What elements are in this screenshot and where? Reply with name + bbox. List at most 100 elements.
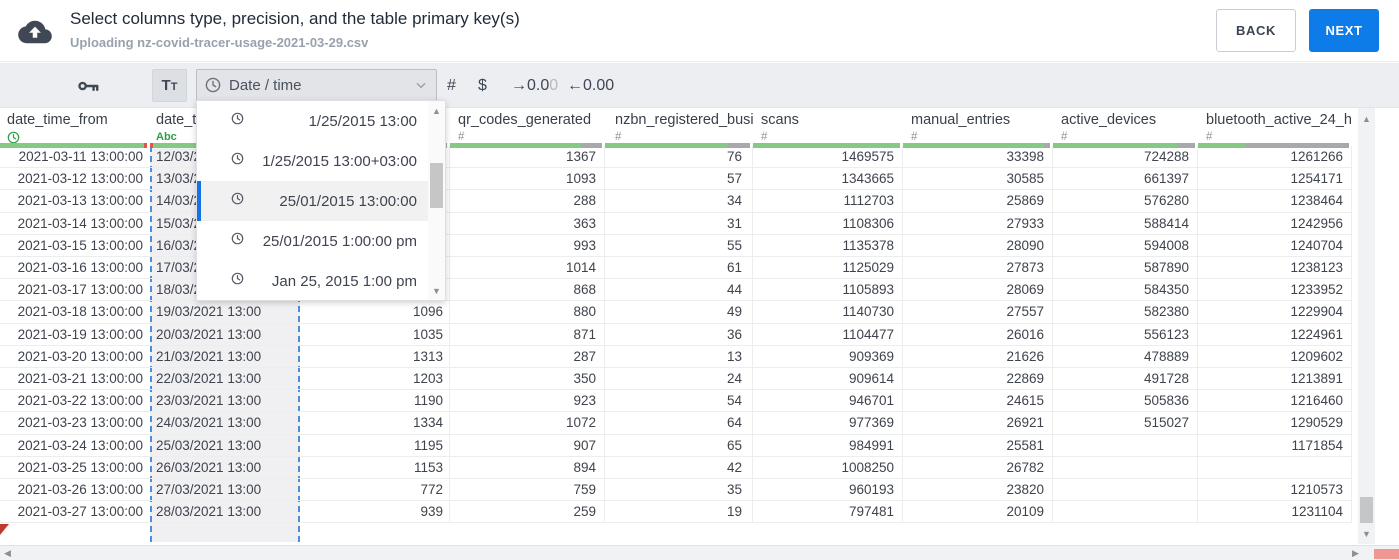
table-cell: 22/03/2021 13:00	[156, 371, 262, 386]
table-cell: 21/03/2021 13:00	[156, 348, 262, 364]
table-cell: 28090	[903, 234, 1053, 257]
scroll-right-icon[interactable]: ▶	[1352, 548, 1359, 559]
column-header-active_devices[interactable]: active_devices	[1061, 112, 1156, 128]
vertical-scroll-thumb[interactable]	[1360, 497, 1373, 523]
table-cell: 33398	[903, 146, 1053, 169]
table-cell: 797481	[753, 501, 903, 524]
dropdown-scroll-up-icon[interactable]: ▲	[432, 106, 441, 116]
table-cell: 1125029	[753, 257, 903, 280]
table-cell: 946701	[753, 390, 903, 413]
table-cell: 24	[605, 368, 753, 391]
table-cell: 2021-03-26 13:00:00	[17, 482, 143, 497]
table-cell: 661397	[1053, 168, 1198, 191]
right-arrow-icon: →	[511, 76, 527, 94]
table-cell: 27557	[903, 301, 1053, 324]
number-type-indicator: #	[1206, 131, 1213, 143]
table-row: 2021-03-25 13:00:00 26/03/2021 13:00 1153 8…	[0, 456, 1352, 479]
table-cell: 960193	[753, 479, 903, 502]
table-cell: 61	[605, 257, 753, 280]
include-column-checkbox[interactable]: ✓	[124, 63, 265, 108]
table-cell: 868	[450, 279, 605, 302]
key-icon	[78, 81, 99, 91]
table-cell: 2021-03-17 13:00:00	[17, 282, 143, 298]
table-cell: 2021-03-18 13:00:00	[17, 304, 143, 320]
table-cell: 556123	[1053, 323, 1198, 346]
column-header-nzbn_registered_busine[interactable]: nzbn_registered_busine	[615, 112, 753, 128]
scroll-down-icon[interactable]: ▼	[1362, 529, 1371, 539]
table-row: 2021-03-23 13:00:00 24/03/2021 13:00 1334 1…	[0, 412, 1352, 435]
column-header-date_t[interactable]: date_t	[156, 112, 196, 128]
horizontal-scrollbar[interactable]: ◀ ▶	[0, 545, 1399, 560]
integer-type-button[interactable]: #	[447, 63, 456, 108]
table-cell: 1140730	[753, 301, 903, 324]
table-cell: 1261266	[1198, 146, 1352, 169]
column-header-manual_entries[interactable]: manual_entries	[911, 112, 1010, 128]
table-cell: 880	[450, 301, 605, 324]
number-type-indicator: #	[761, 131, 768, 143]
table-cell: 871	[450, 323, 605, 346]
date-format-option[interactable]: 25/01/2015 13:00:00	[197, 181, 429, 221]
dropdown-scroll-thumb[interactable]	[430, 163, 443, 208]
table-cell: 772	[300, 479, 450, 502]
scroll-left-icon[interactable]: ◀	[4, 548, 11, 559]
horizontal-scroll-thumb[interactable]	[1374, 549, 1399, 559]
primary-key-button[interactable]	[78, 63, 100, 108]
back-button[interactable]: BACK	[1216, 9, 1296, 52]
table-cell: 35	[605, 479, 753, 502]
table-cell: 2021-03-20 13:00:00	[17, 348, 143, 364]
column-type-dropdown[interactable]: Date / time	[196, 69, 437, 101]
table-cell: 588414	[1053, 212, 1198, 235]
table-cell: 42	[605, 456, 753, 479]
number-type-indicator: #	[911, 131, 918, 143]
vertical-scrollbar[interactable]: ▲ ▼	[1358, 108, 1375, 544]
table-cell: 1313	[300, 345, 450, 368]
table-cell: 2021-03-21 13:00:00	[17, 371, 143, 386]
table-cell: 1229904	[1198, 301, 1352, 324]
column-header-qr_codes_generated[interactable]: qr_codes_generated	[458, 112, 591, 128]
date-format-option[interactable]: Jan 25, 2015 1:00 pm	[197, 261, 429, 301]
table-cell: 44	[605, 279, 753, 302]
table-cell: 1093	[450, 168, 605, 191]
table-cell: 55	[605, 234, 753, 257]
table-cell: 26016	[903, 323, 1053, 346]
table-cell: 2021-03-24 13:00:00	[17, 437, 143, 453]
page-title: Select columns type, precision, and the …	[70, 9, 520, 28]
column-header-bluetooth_active_24_hr_[interactable]: bluetooth_active_24_hr_	[1206, 112, 1352, 128]
table-cell	[1053, 501, 1198, 524]
date-format-option[interactable]: 25/01/2015 1:00:00 pm	[197, 221, 429, 261]
table-cell: 1238464	[1198, 190, 1352, 213]
table-cell: 30585	[903, 168, 1053, 191]
table-cell: 31	[605, 212, 753, 235]
date-format-option[interactable]: 1/25/2015 13:00+03:00	[197, 141, 429, 181]
table-cell: 1112703	[753, 190, 903, 213]
scroll-up-icon[interactable]: ▲	[1362, 114, 1371, 124]
table-cell: 923	[450, 390, 605, 413]
table-cell: 478889	[1053, 345, 1198, 368]
table-cell: 724288	[1053, 146, 1198, 169]
increase-decimals-button[interactable]: ← 0.00	[567, 63, 614, 108]
decrease-decimals-button[interactable]: → 0.0 0	[511, 63, 558, 108]
table-cell: 984991	[753, 434, 903, 457]
table-cell: 27933	[903, 212, 1053, 235]
text-type-button[interactable]: Tt	[152, 69, 187, 102]
currency-type-button[interactable]: $	[478, 63, 487, 108]
next-button[interactable]: NEXT	[1309, 9, 1379, 52]
table-cell: 1171854	[1198, 434, 1352, 457]
table-cell: 28/03/2021 13:00	[156, 504, 262, 520]
table-cell: 759	[450, 479, 605, 502]
table-cell: 894	[450, 456, 605, 479]
table-cell: 587890	[1053, 257, 1198, 280]
column-header-scans[interactable]: scans	[761, 112, 799, 128]
column-header-date_time_from[interactable]: date_time_from	[7, 112, 108, 128]
table-cell: 25581	[903, 434, 1053, 457]
text-type-indicator: Abc	[156, 131, 177, 143]
number-type-indicator: #	[615, 131, 622, 143]
table-cell: 1334	[300, 412, 450, 435]
table-cell: 1135378	[753, 234, 903, 257]
table-cell: 2021-03-22 13:00:00	[17, 393, 143, 409]
dropdown-scrollbar[interactable]: ▲ ▼	[428, 101, 445, 300]
date-format-option[interactable]: 1/25/2015 13:00	[197, 101, 429, 141]
dropdown-scroll-down-icon[interactable]: ▼	[432, 286, 441, 296]
table-cell: 909614	[753, 368, 903, 391]
table-row: 2021-03-20 13:00:00 21/03/2021 13:00 1313 2…	[0, 345, 1352, 368]
